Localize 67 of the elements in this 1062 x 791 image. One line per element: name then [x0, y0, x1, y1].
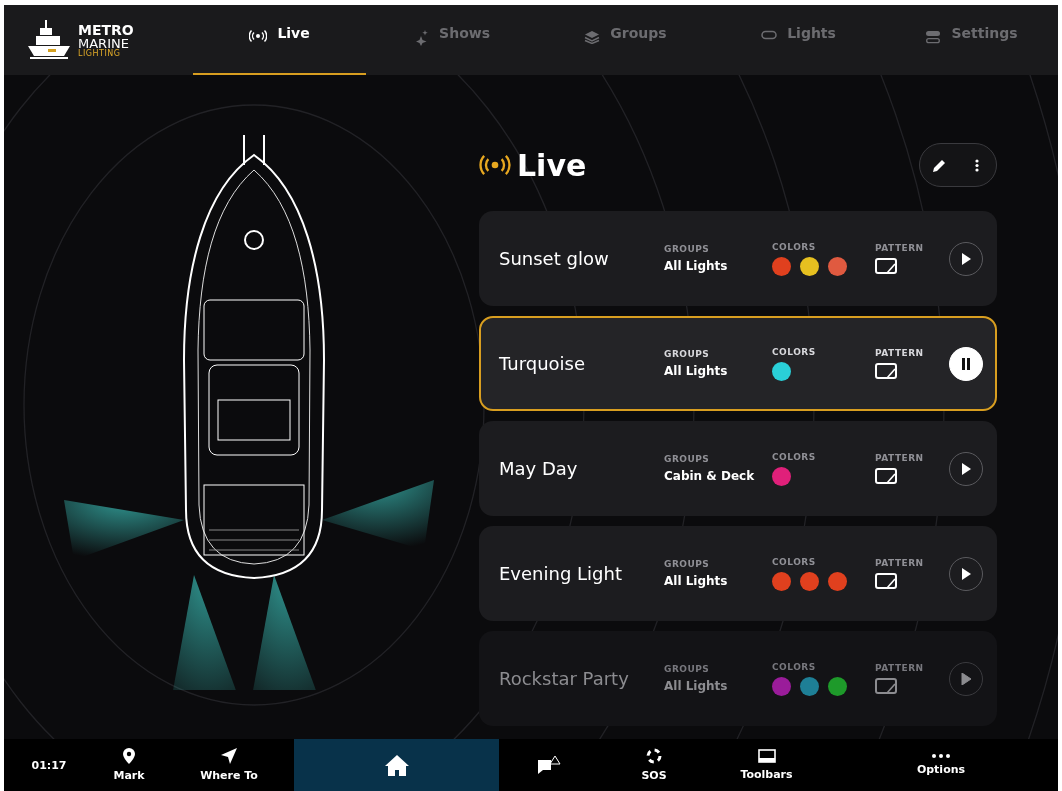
group-value: Cabin & Deck — [664, 469, 755, 483]
show-name: Rockstar Party — [499, 668, 630, 689]
location-pin-icon — [123, 748, 135, 764]
pattern-icon — [875, 363, 897, 379]
home-icon — [384, 754, 409, 776]
show-name: May Day — [499, 458, 579, 479]
pattern-icon — [875, 678, 897, 694]
group-value: All Lights — [664, 574, 728, 588]
toggle-icon — [761, 30, 778, 40]
navigation-arrow-icon — [221, 748, 237, 764]
lifebuoy-icon — [646, 748, 662, 764]
group-value: All Lights — [664, 364, 728, 378]
pattern-label: PATTERN — [875, 453, 924, 463]
brand-subtitle: MARINE — [78, 36, 130, 50]
sparkle-icon — [415, 30, 430, 46]
group-value: All Lights — [664, 259, 728, 273]
groups-label: GROUPS — [664, 454, 710, 464]
toolbar-button[interactable]: Options — [824, 739, 1058, 791]
toolbar-button[interactable]: SOS — [599, 739, 709, 791]
groups-label: GROUPS — [664, 349, 710, 359]
layers-icon — [584, 30, 601, 44]
brand-name: METRO — [78, 22, 134, 37]
show-name: Evening Light — [499, 563, 623, 584]
pattern-label: PATTERN — [875, 243, 924, 253]
pattern-label: PATTERN — [875, 558, 924, 568]
pattern-icon — [875, 468, 897, 484]
colors-label: COLORS — [772, 241, 816, 252]
groups-label: GROUPS — [664, 244, 710, 254]
broadcast-icon — [249, 30, 268, 42]
pattern-icon — [875, 573, 897, 589]
group-value: All Lights — [664, 679, 728, 693]
pause-button[interactable] — [949, 346, 983, 381]
toolbar-icon-button[interactable] — [294, 739, 499, 791]
colors-label: COLORS — [772, 451, 816, 462]
switches-icon — [925, 30, 942, 44]
play-icon — [961, 462, 971, 475]
play-icon — [961, 252, 971, 265]
groups-label: GROUPS — [664, 559, 710, 569]
play-icon — [961, 567, 971, 580]
ship-logo-icon — [26, 18, 72, 62]
broadcast-icon — [479, 155, 511, 175]
clock-time: 01:17 — [30, 757, 68, 774]
show-name: Sunset glow — [499, 248, 610, 269]
colors-label: COLORS — [772, 661, 816, 672]
show-card[interactable]: Evening Light GROUPS All Lights COLORS PATTERN — [479, 526, 997, 621]
brand-tagline: LIGHTING — [78, 49, 122, 58]
page-title: Live — [517, 147, 587, 183]
pause-icon — [961, 357, 971, 370]
toolbar-icon — [757, 749, 776, 763]
more-vertical-icon — [975, 158, 979, 172]
message-alert-icon — [537, 755, 561, 775]
toolbar-button[interactable]: Where To — [164, 739, 294, 791]
show-card[interactable]: May Day GROUPS Cabin & Deck COLORS PATTERN — [479, 421, 997, 516]
show-card[interactable]: Sunset glow GROUPS All Lights COLORS PATTERN — [479, 211, 997, 306]
groups-label: GROUPS — [664, 664, 710, 674]
colors-label: COLORS — [772, 346, 816, 357]
toolbar-button[interactable]: Toolbars — [709, 739, 824, 791]
pattern-icon — [875, 258, 897, 274]
play-icon — [961, 672, 971, 685]
colors-label: COLORS — [772, 556, 816, 567]
pattern-label: PATTERN — [875, 348, 924, 358]
more-icon — [932, 754, 950, 758]
show-card[interactable]: Turquoise GROUPS All Lights COLORS PATTERN — [479, 316, 997, 411]
toolbar-button[interactable]: Mark — [94, 739, 164, 791]
pattern-label: PATTERN — [875, 663, 924, 673]
show-name: Turquoise — [499, 353, 587, 374]
pencil-icon — [932, 158, 946, 172]
